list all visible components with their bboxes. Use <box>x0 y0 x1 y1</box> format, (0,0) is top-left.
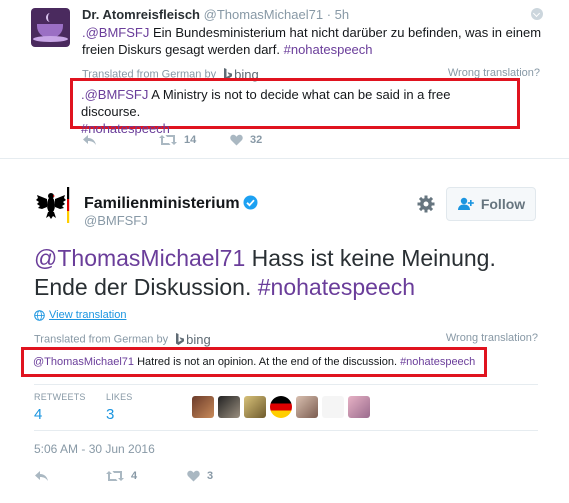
gear-icon[interactable] <box>417 195 435 213</box>
liker-avatar[interactable] <box>218 396 240 418</box>
bing-word: bing <box>186 332 211 347</box>
steam-decoration <box>46 13 54 22</box>
reply-hashtag[interactable]: #nohatespeech <box>284 42 373 57</box>
liker-avatar[interactable] <box>348 396 370 418</box>
liker-avatar[interactable] <box>244 396 266 418</box>
main-reply-button[interactable] <box>34 470 49 482</box>
retweet-icon <box>159 135 177 145</box>
reply-time[interactable]: 5h <box>335 7 349 22</box>
globe-icon <box>34 309 45 321</box>
main-handle[interactable]: @BMFSFJ <box>84 213 148 228</box>
like-count: 32 <box>250 134 263 146</box>
heart-icon <box>230 134 243 146</box>
liker-avatar[interactable] <box>270 396 292 418</box>
likes-count: 3 <box>106 406 115 423</box>
reply-tweet: Dr. Atomreisfleisch @ThomasMichael71 · 5… <box>0 0 569 158</box>
reply-handle[interactable]: @ThomasMichael71 <box>204 7 323 22</box>
main-display-name[interactable]: Familienministerium <box>84 195 258 215</box>
reply-trans-mention[interactable]: .@BMFSFJ <box>81 87 148 102</box>
retweets-stat[interactable]: RETWEETS 4 <box>34 392 86 423</box>
reply-avatar[interactable] <box>31 8 70 47</box>
eagle-logo-icon[interactable] <box>35 185 75 225</box>
main-display-name-text[interactable]: Familienministerium <box>84 195 240 212</box>
retweet-icon <box>106 471 124 481</box>
tweet-timestamp[interactable]: 5:06 AM - 30 Jun 2016 <box>34 442 155 456</box>
likes-label: LIKES <box>106 392 133 402</box>
main-wrong-translation[interactable]: Wrong translation? <box>446 332 538 344</box>
main-retweet-count: 4 <box>131 470 138 482</box>
main-retweet-button[interactable]: 4 <box>106 470 137 482</box>
main-like-button[interactable]: 3 <box>187 470 213 482</box>
main-trans-mention[interactable]: @ThomasMichael71 <box>33 356 134 368</box>
main-trans-hashtag[interactable]: #nohatespeech <box>400 356 475 368</box>
main-hashtag[interactable]: #nohatespeech <box>258 274 415 300</box>
retweet-count: 14 <box>184 134 197 146</box>
follow-label: Follow <box>480 196 526 212</box>
view-translation-label[interactable]: View translation <box>49 309 126 321</box>
liker-avatar[interactable] <box>192 396 214 418</box>
main-translated-from: Translated from German by bing <box>34 332 211 347</box>
view-translation-link[interactable]: View translation <box>34 309 126 321</box>
reply-mention[interactable]: .@BMFSFJ <box>82 25 149 40</box>
follow-button[interactable]: Follow <box>446 187 536 221</box>
saucer-decoration <box>33 36 68 42</box>
bing-logo-icon: bing <box>175 332 211 347</box>
reply-time-separator: · <box>326 7 332 22</box>
main-like-count: 3 <box>207 470 214 482</box>
add-user-icon <box>457 197 474 210</box>
stats-divider-bottom <box>34 430 538 431</box>
tweet-divider <box>0 158 569 159</box>
reply-text: .@BMFSFJ Ein Bundesministerium hat nicht… <box>82 24 547 58</box>
liker-avatar[interactable] <box>296 396 318 418</box>
reply-translated-text: .@BMFSFJ A Ministry is not to decide wha… <box>81 86 513 137</box>
reply-header: Dr. Atomreisfleisch @ThomasMichael71 · 5… <box>82 7 349 22</box>
main-tweet-text: @ThomasMichael71 Hass ist keine Meinung.… <box>34 244 554 302</box>
like-button[interactable]: 32 <box>230 134 262 146</box>
main-trans-body: Hatred is not an opinion. At the end of … <box>134 356 401 368</box>
stats-divider-top <box>34 384 538 385</box>
reply-display-name[interactable]: Dr. Atomreisfleisch <box>82 7 200 22</box>
main-translated-text: @ThomasMichael71 Hatred is not an opinio… <box>33 355 483 369</box>
likes-stat[interactable]: LIKES 3 <box>106 392 133 423</box>
verified-icon <box>243 195 258 215</box>
retweet-button[interactable]: 14 <box>159 134 196 146</box>
heart-icon <box>187 470 200 482</box>
liker-avatar[interactable] <box>322 396 344 418</box>
main-translated-from-label: Translated from German by <box>34 333 169 346</box>
more-icon[interactable] <box>531 8 543 20</box>
main-mention[interactable]: @ThomasMichael71 <box>34 245 245 271</box>
main-translation-bar: Translated from German by bing Wrong tra… <box>34 331 538 347</box>
reply-icon <box>83 135 96 145</box>
retweets-count: 4 <box>34 406 43 423</box>
reply-button[interactable] <box>82 134 97 146</box>
retweets-label: RETWEETS <box>34 392 86 402</box>
reply-icon <box>35 471 48 481</box>
